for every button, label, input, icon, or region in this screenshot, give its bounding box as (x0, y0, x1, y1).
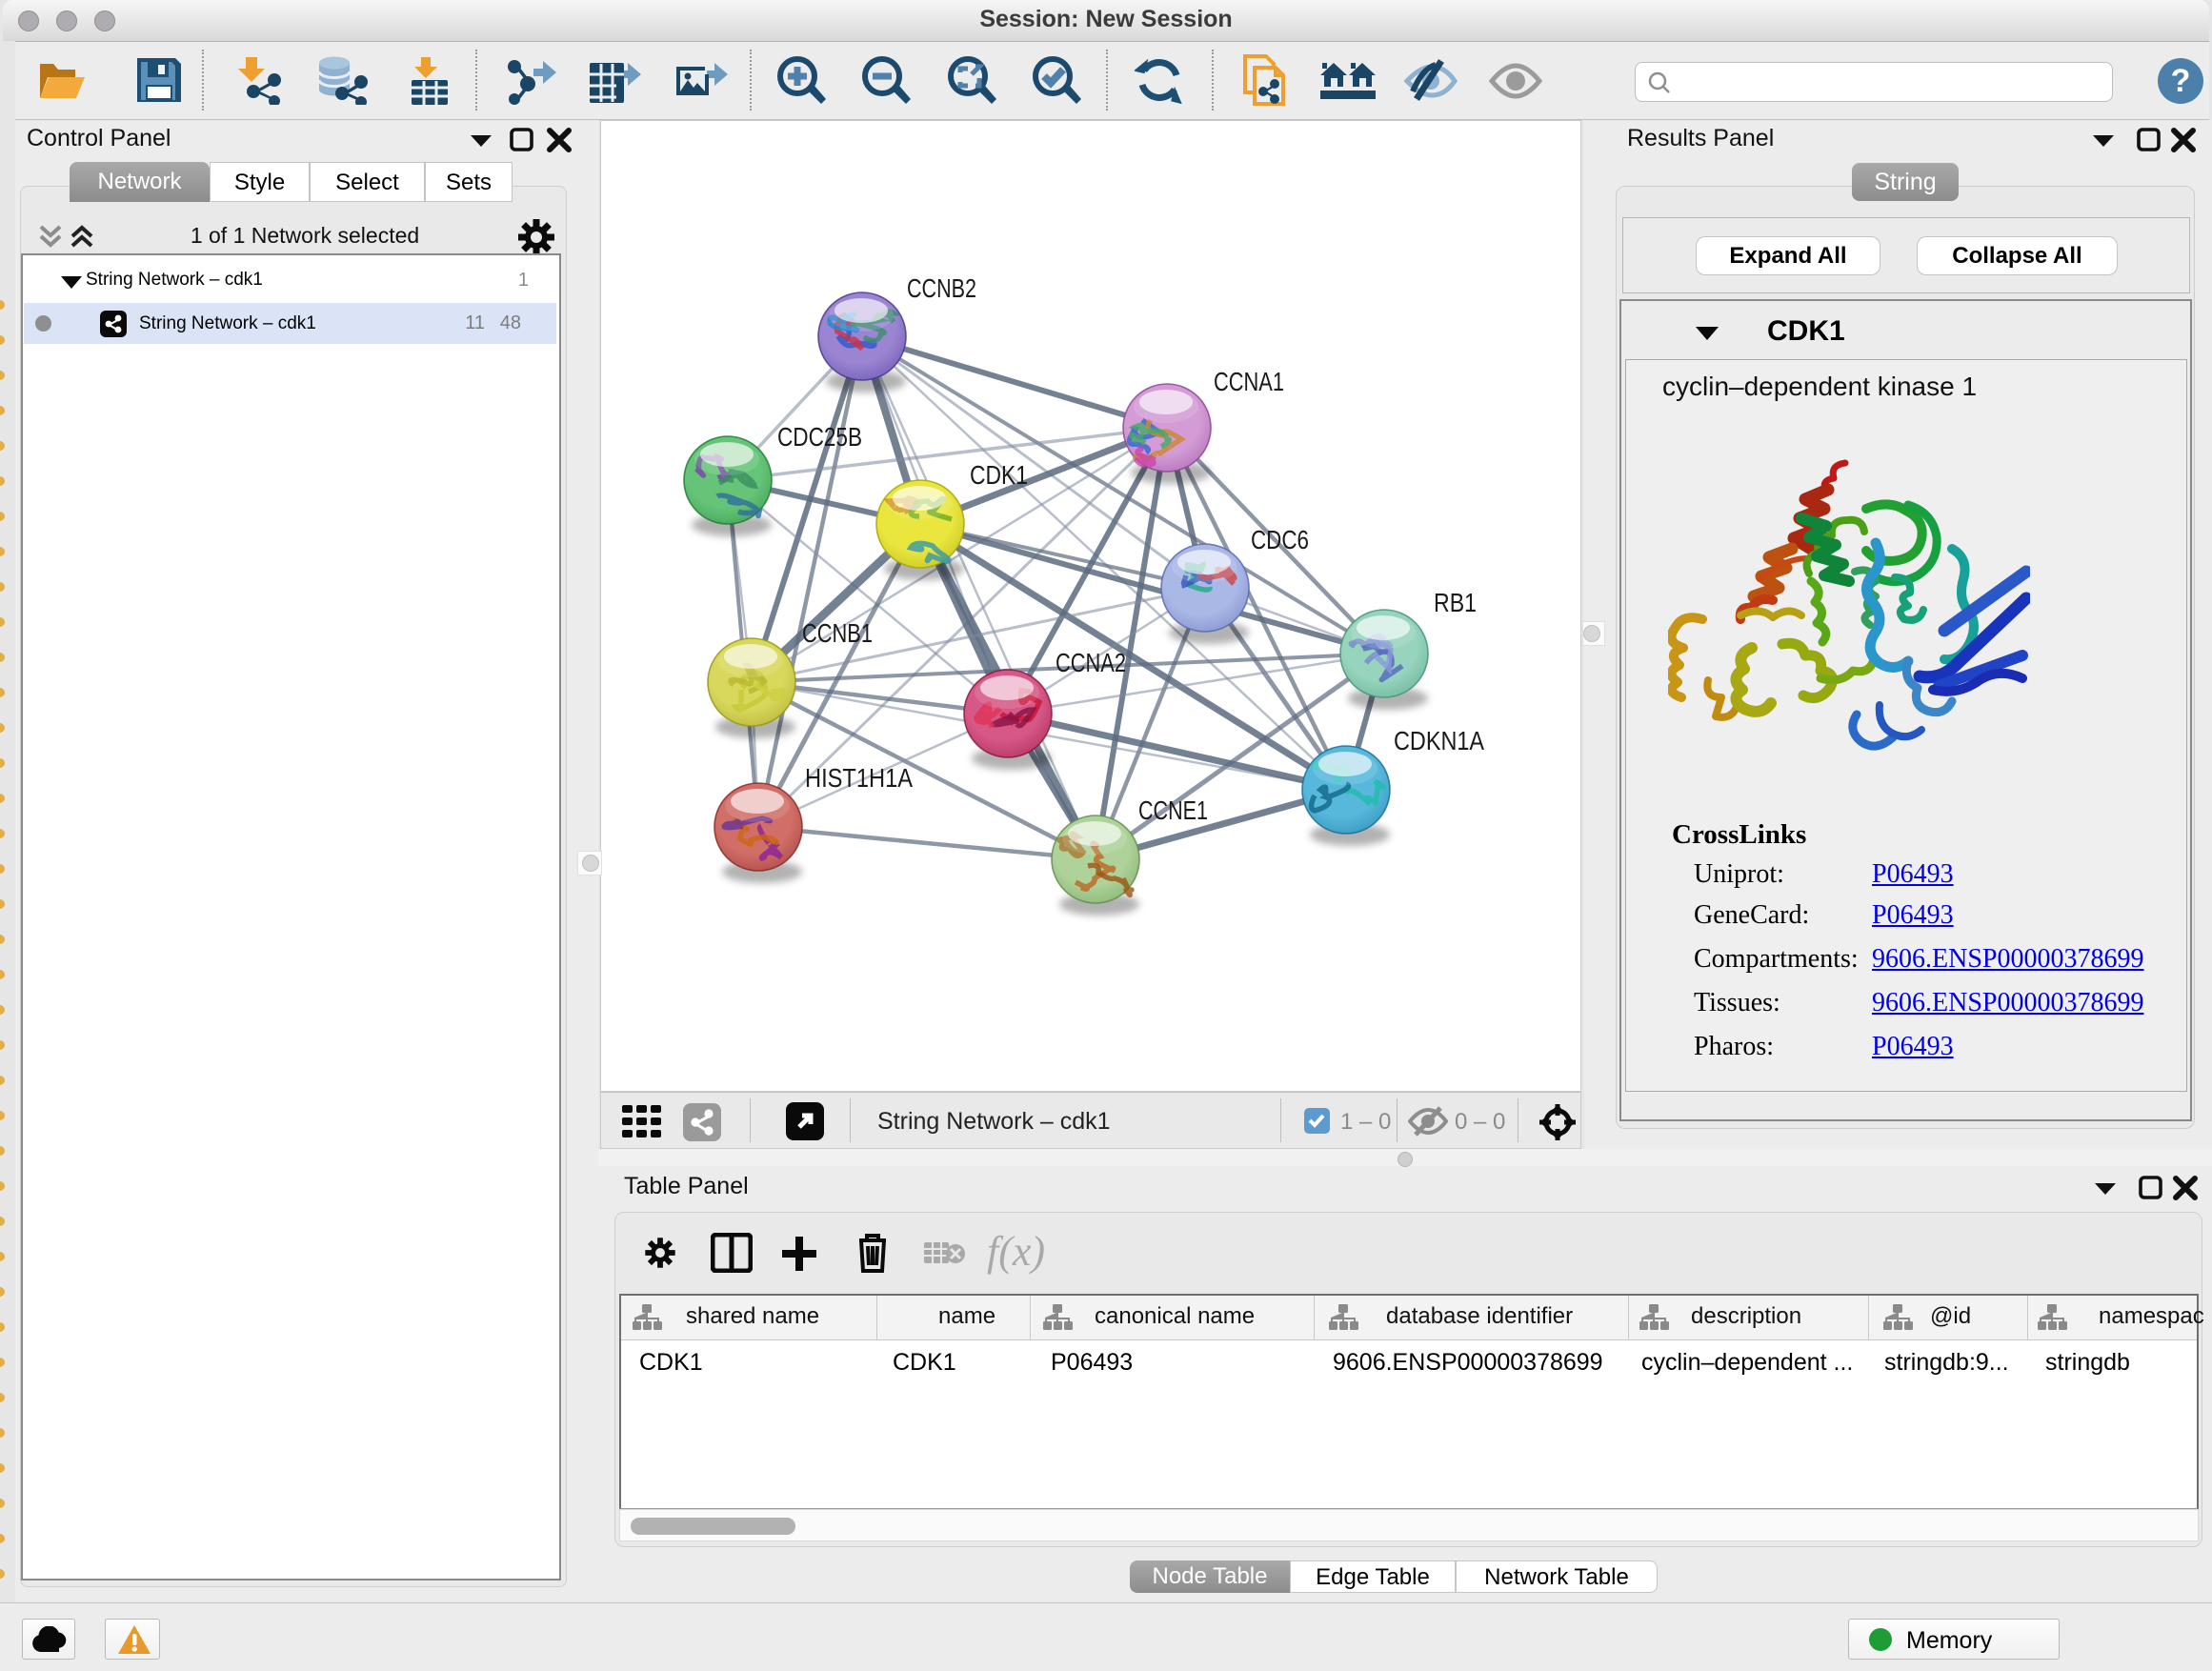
svg-text:CCNB1: CCNB1 (802, 618, 873, 648)
svg-text:CCNB2: CCNB2 (907, 273, 976, 303)
svg-text:CCNE1: CCNE1 (1138, 795, 1208, 825)
svg-text:CDC6: CDC6 (1251, 525, 1309, 554)
svg-text:CDC25B: CDC25B (777, 422, 862, 452)
svg-text:RB1: RB1 (1434, 588, 1477, 617)
svg-text:HIST1H1A: HIST1H1A (805, 763, 913, 793)
svg-text:CDK1: CDK1 (970, 460, 1028, 490)
svg-text:CDKN1A: CDKN1A (1394, 726, 1484, 755)
svg-text:CCNA1: CCNA1 (1214, 367, 1284, 396)
svg-text:CCNA2: CCNA2 (1056, 648, 1126, 677)
